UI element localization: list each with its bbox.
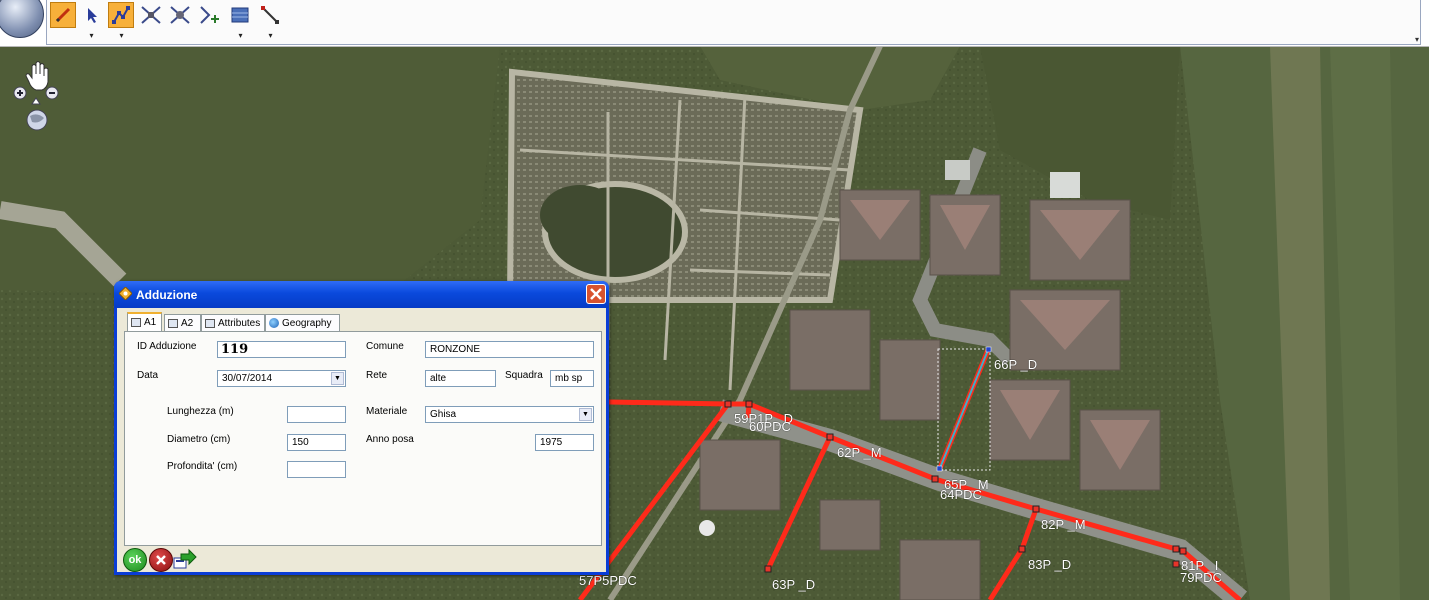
profondita-label: Profondita' (cm) bbox=[167, 461, 238, 472]
anno-posa-label: Anno posa bbox=[366, 434, 414, 445]
form-icon bbox=[205, 318, 215, 328]
node-label: 57P5PDC bbox=[579, 573, 637, 588]
close-button[interactable] bbox=[586, 284, 606, 304]
form-icon bbox=[168, 318, 178, 328]
id-adduzione-label: ID Adduzione bbox=[137, 341, 197, 352]
add-node-icon[interactable] bbox=[197, 2, 223, 28]
export-button[interactable] bbox=[173, 548, 197, 570]
form-icon bbox=[131, 318, 141, 327]
lunghezza-field[interactable] bbox=[287, 406, 346, 423]
select-arrow-icon[interactable] bbox=[80, 2, 106, 28]
rete-label: Rete bbox=[366, 370, 388, 381]
node-label: 82P _M bbox=[1041, 517, 1086, 532]
chevron-down-icon[interactable]: ▾ bbox=[118, 32, 125, 40]
node-label: 66P _D bbox=[994, 357, 1038, 372]
tab-geography[interactable]: Geography bbox=[265, 314, 340, 331]
tab-panel-a1: ID Adduzione 119 Comune RONZONE Data 30/… bbox=[124, 331, 602, 546]
globe-icon bbox=[269, 318, 279, 328]
id-adduzione-field[interactable]: 119 bbox=[217, 341, 346, 358]
data-label: Data bbox=[137, 370, 159, 381]
toolbar-strip: ▾ ▾ ▾ ▾ ▾ bbox=[46, 0, 1421, 45]
tab-label: Attributes bbox=[218, 317, 261, 329]
diametro-field[interactable]: 150 bbox=[287, 434, 346, 451]
cancel-button[interactable] bbox=[149, 548, 173, 572]
zoom-in-icon[interactable] bbox=[13, 86, 27, 100]
pan-hand-icon[interactable] bbox=[25, 61, 49, 91]
chevron-down-icon[interactable]: ▼ bbox=[331, 372, 344, 385]
comune-label: Comune bbox=[366, 341, 404, 352]
chevron-down-icon[interactable]: ▾ bbox=[88, 32, 95, 40]
export-arrow-icon bbox=[173, 548, 197, 569]
toolbar: ▾ ▾ ▾ ▾ ▾ bbox=[0, 0, 1429, 47]
comune-field[interactable]: RONZONE bbox=[425, 341, 594, 358]
tab-a2[interactable]: A2 bbox=[164, 314, 201, 331]
squadra-field[interactable]: mb sp bbox=[550, 370, 594, 387]
profondita-field[interactable] bbox=[287, 461, 346, 478]
dialog-title: Adduzione bbox=[136, 288, 198, 302]
rete-field[interactable]: alte bbox=[425, 370, 496, 387]
ok-label: ok bbox=[128, 554, 142, 566]
data-value: 30/07/2014 bbox=[222, 373, 273, 384]
diametro-label: Diametro (cm) bbox=[167, 434, 231, 445]
merge-feature-icon[interactable] bbox=[167, 2, 193, 28]
chevron-down-icon[interactable]: ▼ bbox=[579, 408, 592, 421]
pencil-icon[interactable] bbox=[50, 2, 76, 28]
tab-a1[interactable]: A1 bbox=[127, 312, 162, 331]
adduzione-dialog: Adduzione A1 A2 Attributes Geography ID … bbox=[114, 281, 609, 575]
node-label: 63P _D bbox=[772, 577, 816, 592]
snap-line-icon[interactable] bbox=[257, 2, 283, 28]
data-dropdown[interactable]: 30/07/2014 ▼ bbox=[217, 370, 346, 387]
ok-button[interactable]: ok bbox=[123, 548, 147, 572]
node-label: 79PDC bbox=[1180, 570, 1222, 585]
close-icon bbox=[590, 288, 602, 300]
node-label: 62P _M bbox=[837, 445, 882, 460]
dialog-titlebar[interactable]: Adduzione bbox=[114, 281, 609, 308]
node-label: 64PDC bbox=[940, 487, 982, 502]
node-label: 60PDC bbox=[749, 419, 791, 434]
materiale-value: Ghisa bbox=[430, 409, 457, 420]
close-icon bbox=[156, 555, 166, 565]
vertex-edit-icon[interactable] bbox=[108, 2, 134, 28]
map-navigation bbox=[13, 61, 59, 131]
tab-label: Geography bbox=[282, 317, 332, 329]
app-diamond-icon bbox=[119, 287, 132, 300]
toolbar-overflow-icon[interactable]: ▾ bbox=[1415, 35, 1419, 44]
chevron-down-icon[interactable]: ▾ bbox=[237, 32, 244, 40]
squadra-label: Squadra bbox=[505, 370, 543, 381]
app-menu-icon[interactable] bbox=[0, 0, 44, 38]
tab-attributes[interactable]: Attributes bbox=[201, 314, 265, 331]
split-feature-icon[interactable] bbox=[138, 2, 164, 28]
node-label: 83P _D bbox=[1028, 557, 1072, 572]
globe-full-extent-icon[interactable] bbox=[26, 109, 48, 131]
materiale-label: Materiale bbox=[366, 406, 408, 417]
anno-posa-field[interactable]: 1975 bbox=[535, 434, 594, 451]
chevron-down-icon[interactable]: ▾ bbox=[267, 32, 274, 40]
tab-label: A2 bbox=[181, 317, 194, 329]
dialog-body: A1 A2 Attributes Geography ID Adduzione … bbox=[117, 308, 606, 572]
zoom-out-icon[interactable] bbox=[45, 86, 59, 100]
materiale-dropdown[interactable]: Ghisa ▼ bbox=[425, 406, 594, 423]
lunghezza-label: Lunghezza (m) bbox=[167, 406, 234, 417]
raster-layer-icon[interactable] bbox=[227, 2, 253, 28]
tab-label: A1 bbox=[144, 317, 157, 328]
